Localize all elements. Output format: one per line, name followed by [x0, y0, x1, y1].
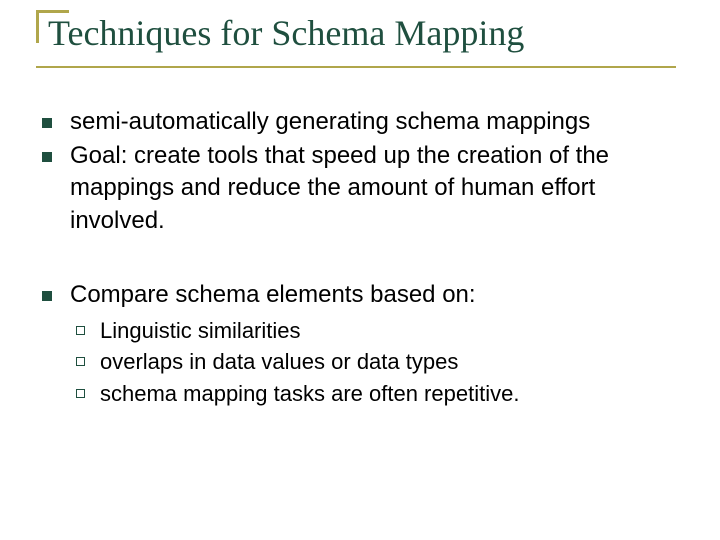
bullet-text: Compare schema elements based on: [70, 281, 476, 308]
sub-bullet-item: overlaps in data values or data types [70, 347, 692, 377]
title-block: Techniques for Schema Mapping [44, 14, 692, 68]
sub-bullet-item: schema mapping tasks are often repetitiv… [70, 379, 692, 409]
bullet-list: Compare schema elements based on: Lingui… [36, 279, 692, 408]
slide: Techniques for Schema Mapping semi-autom… [0, 0, 720, 540]
sub-bullet-list: Linguistic similarities overlaps in data… [70, 316, 692, 409]
bullet-list: semi-automatically generating schema map… [36, 106, 692, 238]
bullet-item: semi-automatically generating schema map… [36, 106, 692, 138]
bullet-item: Goal: create tools that speed up the cre… [36, 140, 692, 237]
title-underline [36, 66, 676, 68]
spacer [28, 239, 692, 279]
slide-title: Techniques for Schema Mapping [44, 14, 692, 54]
bullet-item: Compare schema elements based on: Lingui… [36, 279, 692, 408]
sub-bullet-item: Linguistic similarities [70, 316, 692, 346]
